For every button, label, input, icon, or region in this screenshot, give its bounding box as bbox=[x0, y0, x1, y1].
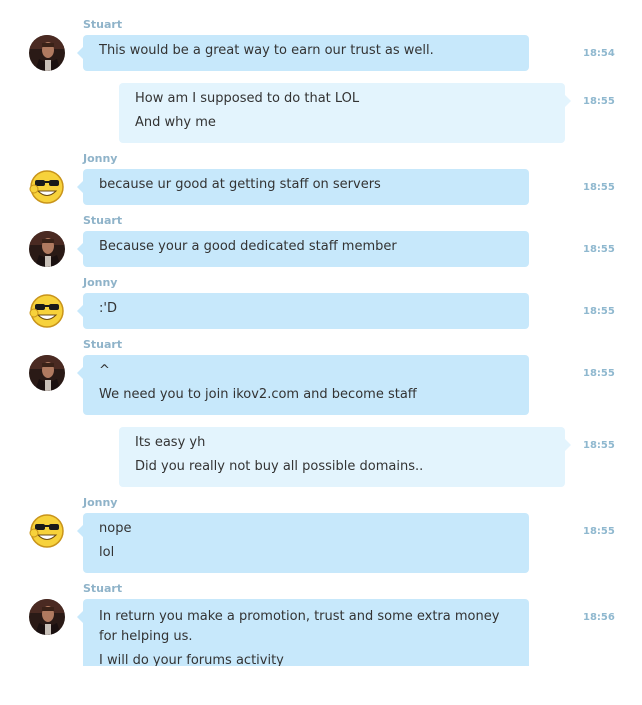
sender-name: Jonny bbox=[83, 496, 118, 509]
message-text: because ur good at getting staff on serv… bbox=[99, 177, 381, 192]
portrait-photo bbox=[29, 355, 65, 391]
message-time: 18:55 bbox=[583, 182, 615, 193]
sunglasses-smiley-icon bbox=[29, 514, 64, 548]
message-text: ^ bbox=[99, 363, 110, 378]
message-time: 18:55 bbox=[583, 306, 615, 317]
message-bubble[interactable]: How am I supposed to do that LOL And why… bbox=[119, 83, 571, 143]
sender-name: Stuart bbox=[83, 214, 123, 227]
message-bubble[interactable]: nope lol bbox=[77, 513, 529, 573]
message-bubble[interactable]: This would be a great way to earn our tr… bbox=[77, 35, 529, 71]
message-bubble[interactable]: ^ We need you to join ikov2.com and beco… bbox=[77, 355, 529, 415]
sunglasses-smiley-icon bbox=[29, 294, 64, 328]
message-time: 18:55 bbox=[583, 440, 615, 451]
message-time: 18:55 bbox=[583, 96, 615, 107]
avatar-jonny[interactable] bbox=[29, 513, 65, 549]
message-text: nope bbox=[99, 521, 132, 536]
avatar-jonny[interactable] bbox=[29, 169, 65, 205]
avatar-stuart[interactable] bbox=[29, 355, 65, 391]
message-text: And why me bbox=[135, 115, 216, 130]
message-text: We need you to join ikov2.com and become… bbox=[99, 387, 417, 402]
message-bubble[interactable]: In return you make a promotion, trust an… bbox=[77, 599, 529, 666]
sender-name: Stuart bbox=[83, 18, 123, 31]
sunglasses-smiley-icon bbox=[29, 170, 64, 204]
message-time: 18:55 bbox=[583, 244, 615, 255]
avatar-jonny[interactable] bbox=[29, 293, 65, 329]
message-text: How am I supposed to do that LOL bbox=[135, 91, 360, 106]
message-text: In return you make a promotion, trust an… bbox=[99, 609, 500, 644]
chat-log[interactable]: Stuart This would be a great way to earn… bbox=[0, 0, 642, 666]
message-bubble[interactable]: because ur good at getting staff on serv… bbox=[77, 169, 529, 205]
message-text: This would be a great way to earn our tr… bbox=[99, 43, 434, 58]
message-bubble[interactable]: Because your a good dedicated staff memb… bbox=[77, 231, 529, 267]
avatar-stuart[interactable] bbox=[29, 35, 65, 71]
avatar-stuart[interactable] bbox=[29, 231, 65, 267]
sender-name: Stuart bbox=[83, 338, 123, 351]
sender-name: Jonny bbox=[83, 152, 118, 165]
message-time: 18:54 bbox=[583, 48, 615, 59]
message-time: 18:56 bbox=[583, 612, 615, 623]
message-time: 18:55 bbox=[583, 526, 615, 537]
message-bubble[interactable]: :'D bbox=[77, 293, 529, 329]
portrait-photo bbox=[29, 231, 65, 267]
message-text: Did you really not buy all possible doma… bbox=[135, 459, 424, 474]
message-text: Its easy yh bbox=[135, 435, 206, 450]
avatar-stuart[interactable] bbox=[29, 599, 65, 635]
message-bubble[interactable]: Its easy yh Did you really not buy all p… bbox=[119, 427, 571, 487]
sender-name: Jonny bbox=[83, 276, 118, 289]
message-time: 18:55 bbox=[583, 368, 615, 379]
portrait-photo bbox=[29, 599, 65, 635]
message-text: I will do your forums activity bbox=[99, 653, 284, 666]
sender-name: Stuart bbox=[83, 582, 123, 595]
message-text: :'D bbox=[99, 301, 117, 316]
portrait-photo bbox=[29, 35, 65, 71]
message-text: Because your a good dedicated staff memb… bbox=[99, 239, 397, 254]
message-text: lol bbox=[99, 545, 115, 560]
